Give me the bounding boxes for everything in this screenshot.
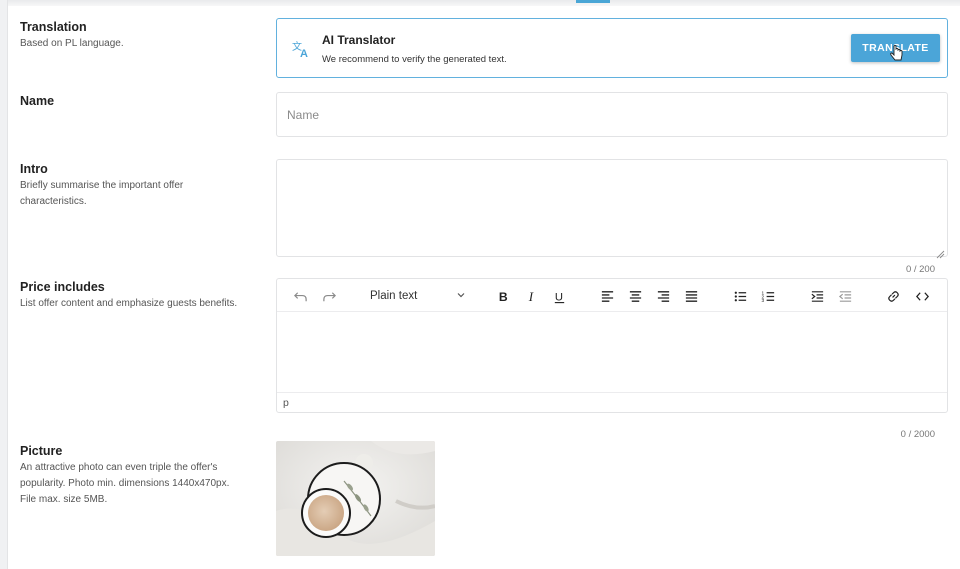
picture-label: Picture bbox=[20, 444, 63, 458]
intro-textarea[interactable] bbox=[276, 159, 948, 257]
ai-translator-title: AI Translator bbox=[322, 33, 396, 47]
svg-text:A: A bbox=[300, 48, 308, 59]
svg-text:U: U bbox=[554, 291, 562, 303]
resize-handle-icon[interactable] bbox=[936, 246, 945, 259]
element-path[interactable]: p bbox=[283, 397, 289, 409]
editor-toolbar: Plain text B I U 123 bbox=[277, 279, 947, 312]
ai-translator-subtitle: We recommend to verify the generated tex… bbox=[322, 54, 507, 65]
coffee-photo-image bbox=[276, 441, 435, 556]
svg-text:I: I bbox=[527, 289, 533, 304]
svg-text:3: 3 bbox=[761, 298, 764, 303]
translate-icon: 文 A bbox=[291, 39, 311, 60]
name-input[interactable] bbox=[276, 92, 948, 137]
block-format-value: Plain text bbox=[370, 290, 418, 302]
block-format-select[interactable]: Plain text bbox=[365, 285, 471, 307]
offer-picture[interactable] bbox=[276, 441, 435, 556]
indent-icon[interactable] bbox=[808, 287, 826, 305]
italic-icon[interactable]: I bbox=[522, 287, 540, 305]
chevron-down-icon bbox=[456, 290, 466, 303]
intro-char-counter: 0 / 200 bbox=[905, 264, 935, 275]
numbered-list-icon[interactable]: 123 bbox=[759, 287, 777, 305]
intro-label: Intro bbox=[20, 162, 48, 176]
active-tab-indicator bbox=[576, 0, 610, 3]
svg-text:B: B bbox=[498, 290, 507, 304]
redo-icon[interactable] bbox=[320, 287, 338, 305]
bullet-list-icon[interactable] bbox=[731, 287, 749, 305]
align-left-icon[interactable] bbox=[598, 287, 616, 305]
align-right-icon[interactable] bbox=[654, 287, 672, 305]
price-includes-label: Price includes bbox=[20, 280, 105, 294]
bold-icon[interactable]: B bbox=[494, 287, 512, 305]
picture-description: An attractive photo can even triple the … bbox=[20, 462, 230, 505]
translation-label: Translation bbox=[20, 20, 87, 34]
hand-cursor-icon bbox=[889, 45, 903, 63]
outdent-icon[interactable] bbox=[836, 287, 854, 305]
translation-description: Based on PL language. bbox=[20, 38, 124, 49]
underline-icon[interactable]: U bbox=[550, 287, 568, 305]
price-includes-description: List offer content and emphasize guests … bbox=[20, 298, 238, 309]
left-panel-edge bbox=[0, 0, 8, 569]
price-char-counter: 0 / 2000 bbox=[900, 429, 935, 440]
editor-content-area[interactable] bbox=[277, 313, 947, 393]
ai-translator-panel: 文 A AI Translator We recommend to verify… bbox=[276, 18, 948, 78]
rich-text-editor: Plain text B I U 123 p bbox=[276, 278, 948, 413]
link-icon[interactable] bbox=[884, 287, 902, 305]
align-justify-icon[interactable] bbox=[682, 287, 700, 305]
intro-description: Briefly summarise the important offer ch… bbox=[20, 180, 184, 207]
top-bar bbox=[0, 0, 960, 6]
undo-icon[interactable] bbox=[291, 287, 309, 305]
align-center-icon[interactable] bbox=[626, 287, 644, 305]
editor-status-bar: p bbox=[277, 392, 947, 412]
name-label: Name bbox=[20, 94, 55, 108]
source-code-icon[interactable] bbox=[913, 287, 931, 305]
